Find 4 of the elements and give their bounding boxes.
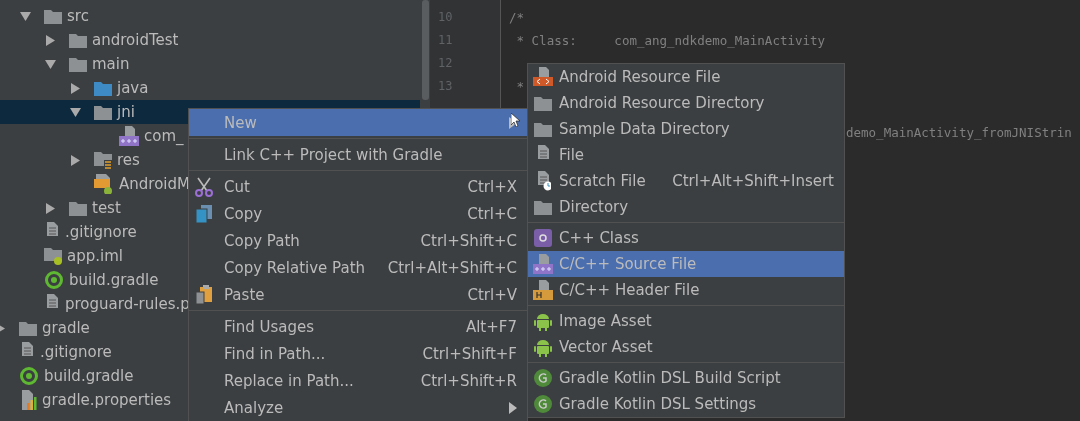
code-comment: /* [509,10,525,25]
code-comment: * [515,79,525,94]
code-comment: * Class: com_ang_ndkdemo_MainActivity [515,33,826,48]
code-comment: demo_MainActivity_fromJNIStrin [846,125,1072,140]
